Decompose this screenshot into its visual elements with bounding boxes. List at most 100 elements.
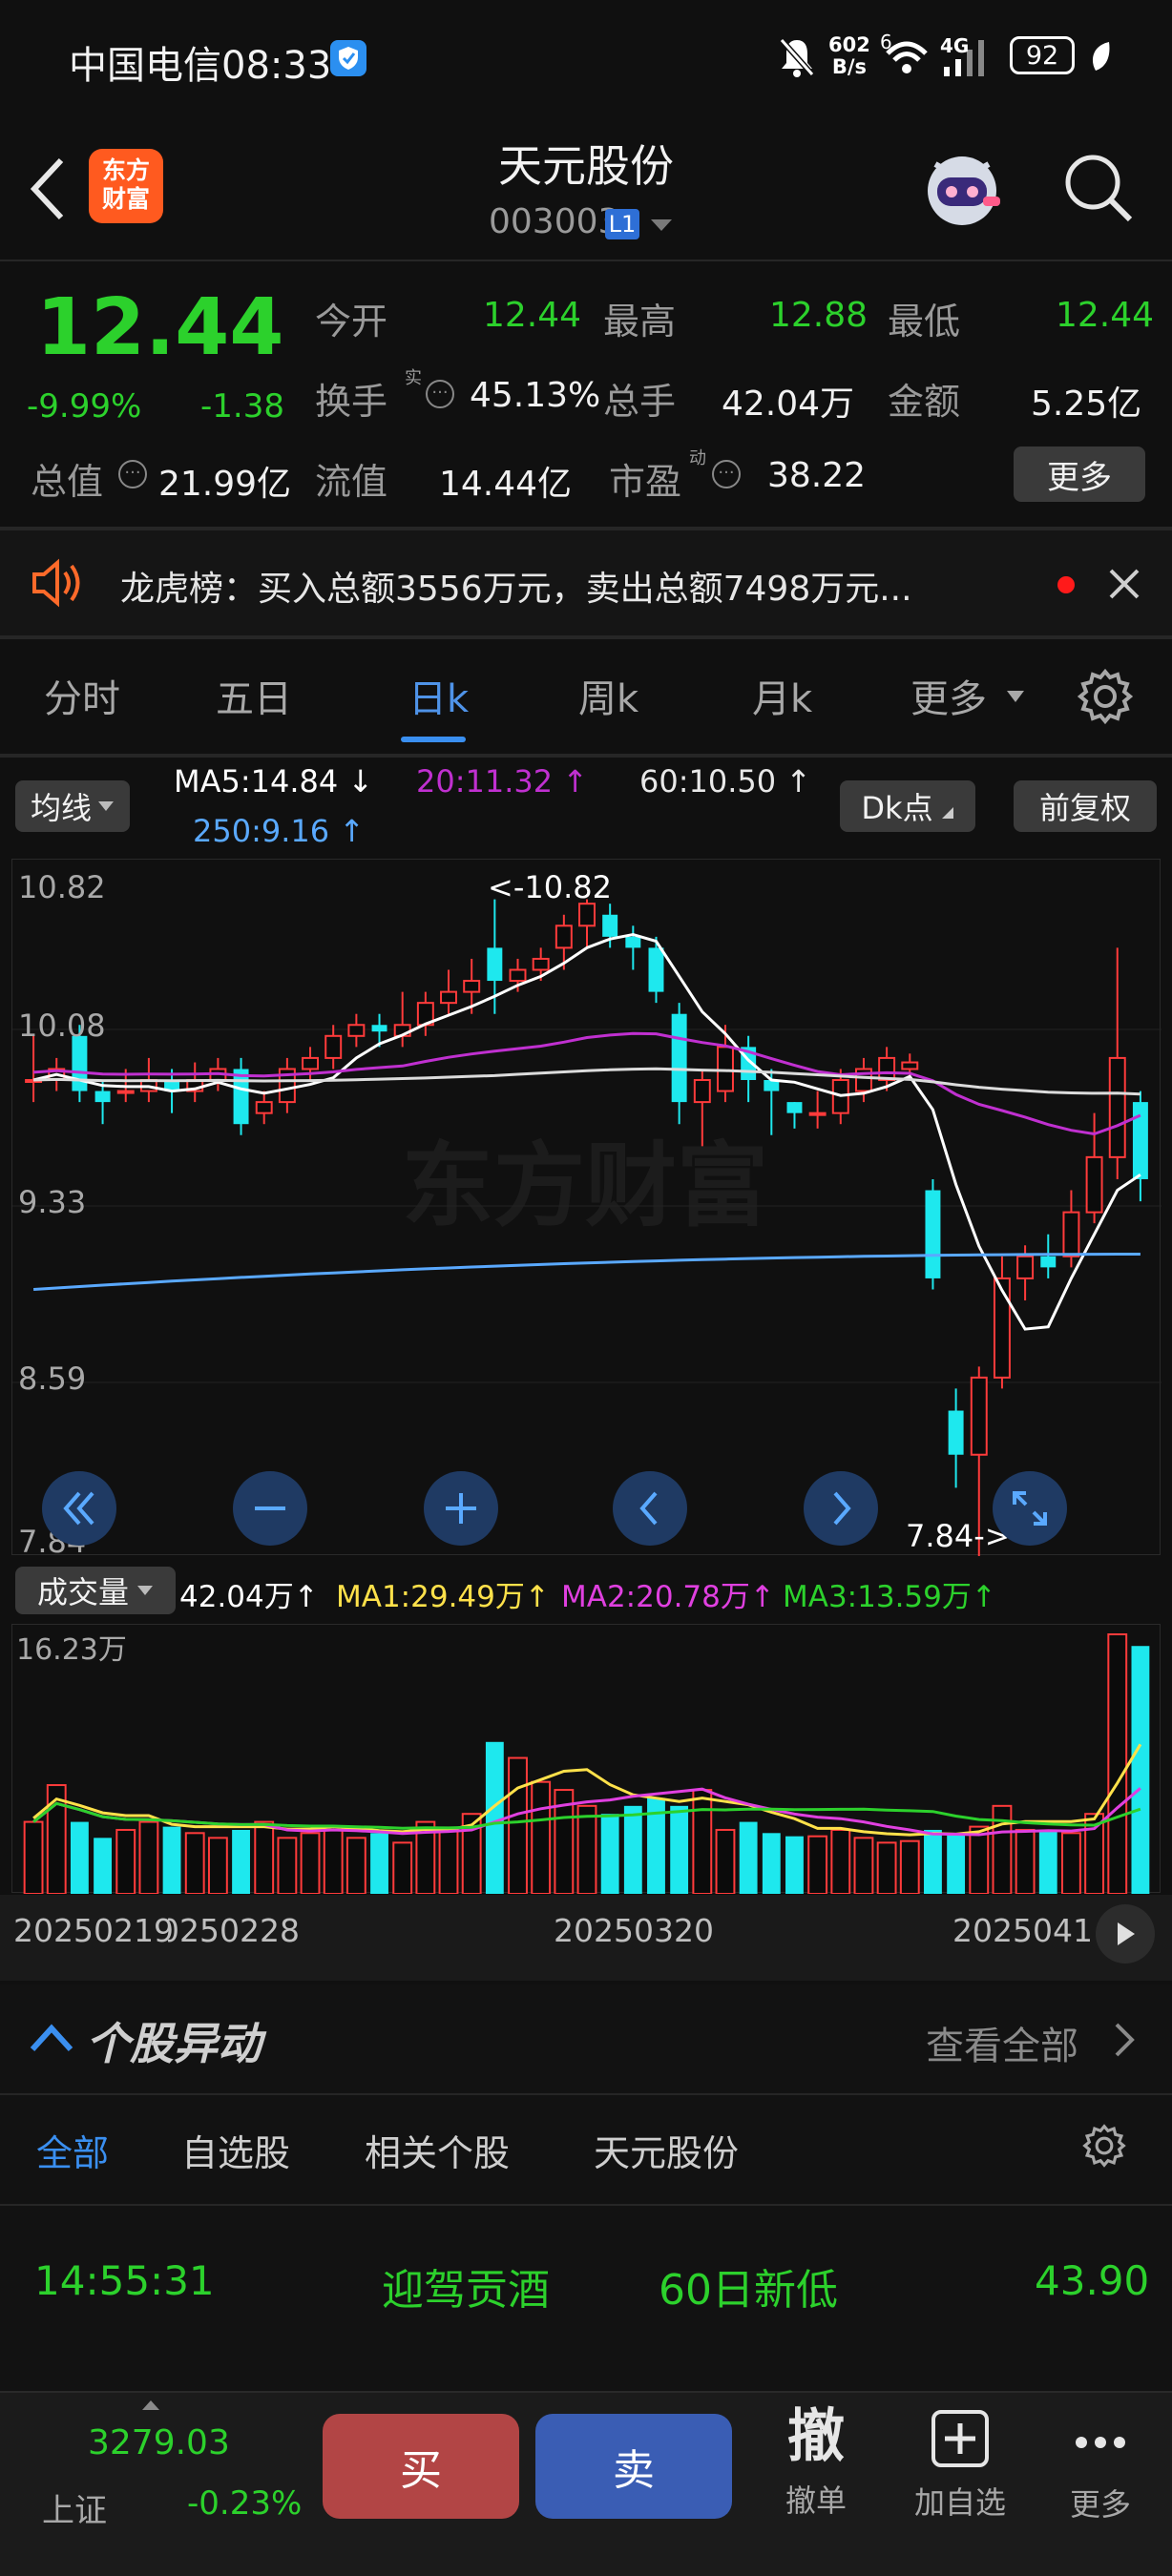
volume-chart[interactable]: 16.23万 (11, 1624, 1161, 1896)
candle-body (72, 1035, 88, 1091)
mover-stock[interactable]: 迎驾贡酒 (382, 2255, 550, 2316)
candle-body (94, 1091, 111, 1103)
volume-bar (138, 1820, 159, 1895)
candle-body (993, 1277, 1011, 1379)
cancel-order-button[interactable]: 撤 撤单 (764, 2402, 869, 2521)
ma250-line (33, 1253, 1141, 1291)
leaf-icon (1088, 40, 1113, 78)
movers-tab-all[interactable]: 全部 (36, 2124, 109, 2176)
more-info-button[interactable]: 更多 (1014, 447, 1145, 502)
volume-svg: 16.23万 (16, 1633, 1150, 1896)
change-amount: -1.38 (200, 387, 284, 426)
vol-ma3-value: MA3:13.59万 (783, 1580, 972, 1614)
tab-weekly-k[interactable]: 周k (578, 668, 638, 723)
chevron-down-icon (137, 1586, 153, 1595)
gear-icon[interactable] (1080, 2122, 1128, 2173)
dk-point-button[interactable]: Dk点 (840, 780, 975, 832)
volume-bar (300, 1832, 321, 1895)
watermark: 东方财富 (402, 1132, 768, 1239)
candle-body (1062, 1211, 1080, 1257)
add-watchlist-button[interactable]: 加自选 (903, 2408, 1017, 2523)
candle-body (371, 1025, 387, 1032)
volume-bar (94, 1838, 112, 1894)
y-tick-label: 9.33 (18, 1184, 86, 1220)
candle-body (602, 914, 618, 937)
robot-assistant-icon[interactable] (916, 143, 1008, 239)
candle-body (509, 968, 527, 983)
play-button[interactable] (1096, 1904, 1155, 1963)
notice-text[interactable]: 龙虎榜：买入总额3556万元，卖出总额7498万元... (120, 561, 912, 611)
open-label: 今开 (315, 301, 388, 343)
zoom-out-button[interactable] (233, 1471, 307, 1546)
fullscreen-button[interactable] (993, 1471, 1067, 1546)
volume-selector[interactable]: 成交量 (15, 1567, 176, 1614)
vol-ma2: MA2:20.78万↑ (561, 1580, 775, 1614)
mover-value: 43.90 (1035, 2257, 1150, 2304)
chevron-up-icon[interactable] (141, 2397, 160, 2415)
high-marker: <-10.82 (488, 869, 612, 905)
chevron-right-icon[interactable] (1113, 2021, 1138, 2063)
volume-bar (670, 1805, 689, 1894)
low-marker: 7.84-> (906, 1518, 1011, 1554)
fast-backward-button[interactable] (42, 1471, 116, 1546)
date-label: 20250219 (13, 1912, 174, 1949)
candle-body (970, 1376, 988, 1456)
tab-minute[interactable]: 分时 (44, 668, 120, 723)
volume-bar (947, 1833, 966, 1894)
volume-selector-label: 成交量 (36, 1574, 129, 1610)
wifi-icon: 6 (880, 31, 933, 82)
search-icon[interactable] (1061, 151, 1136, 229)
kline-chart[interactable]: 东方财富 10.82 10.08 9.33 8.59 7.84 <-10.82 … (11, 859, 1162, 1560)
volume-bar (623, 1805, 642, 1894)
index-value[interactable]: 3279.03 (88, 2423, 230, 2462)
volume-bar (254, 1820, 275, 1895)
code-dropdown-icon[interactable] (649, 218, 674, 237)
kline-svg: 东方财富 10.82 10.08 9.33 8.59 7.84 <-10.82 … (12, 869, 1162, 1560)
candle-body (116, 1090, 135, 1094)
tab-five-day[interactable]: 五日 (216, 668, 292, 723)
info-icon[interactable]: ··· (712, 460, 741, 488)
low-value: 12.44 (1056, 296, 1155, 335)
movers-tab-related[interactable]: 相关个股 (365, 2124, 510, 2176)
info-icon[interactable]: ··· (426, 380, 454, 408)
more-menu-button[interactable]: 更多 (1057, 2414, 1143, 2524)
index-name: 上证 (42, 2492, 107, 2530)
shield-icon (330, 40, 366, 76)
volume-bar (785, 1836, 804, 1894)
vol-ma2-value: MA2:20.78万 (561, 1580, 750, 1614)
expand-icon (1013, 1491, 1047, 1526)
pe-label: 市盈 (609, 461, 682, 503)
volume-bar (1015, 1828, 1036, 1896)
ma20-label: 20:11.32 ↑ (416, 763, 589, 800)
volume-bar (969, 1825, 990, 1895)
date-label: 20250410 (952, 1912, 1094, 1949)
turnover-value: 45.13% (470, 376, 601, 415)
amount-value: 5.25亿 (1031, 384, 1142, 424)
volume-bar (232, 1829, 250, 1894)
sell-button[interactable]: 卖 (535, 2414, 732, 2519)
chevron-up-icon[interactable] (29, 2021, 74, 2057)
view-all-link[interactable]: 查看全部 (926, 2015, 1078, 2070)
ma5-label: MA5:14.84 ↓ (174, 763, 374, 800)
ma250-value: 250:9.16 (193, 813, 330, 849)
movers-tab-watchlist[interactable]: 自选股 (181, 2124, 290, 2176)
amount-label: 金额 (888, 381, 961, 423)
step-right-button[interactable] (804, 1471, 878, 1546)
candle-body (717, 1046, 734, 1092)
buy-button[interactable]: 买 (323, 2414, 519, 2519)
ma-selector[interactable]: 均线 (15, 780, 130, 832)
volume-bar (531, 1780, 552, 1895)
gear-icon[interactable] (1075, 666, 1136, 731)
change-percent: -9.99% (27, 387, 142, 426)
movers-tab-stock[interactable]: 天元股份 (594, 2124, 739, 2176)
zoom-in-button[interactable] (424, 1471, 498, 1546)
y-tick-label: 10.08 (18, 1008, 106, 1044)
tab-more[interactable]: 更多 (910, 668, 987, 723)
info-icon[interactable]: ··· (118, 460, 147, 488)
close-icon[interactable] (1105, 565, 1143, 607)
tab-daily-k[interactable]: 日k (408, 668, 469, 723)
tab-monthly-k[interactable]: 月k (752, 668, 812, 723)
volume-bar (807, 1835, 828, 1895)
adjust-price-button[interactable]: 前复权 (1014, 780, 1157, 832)
step-left-button[interactable] (613, 1471, 687, 1546)
